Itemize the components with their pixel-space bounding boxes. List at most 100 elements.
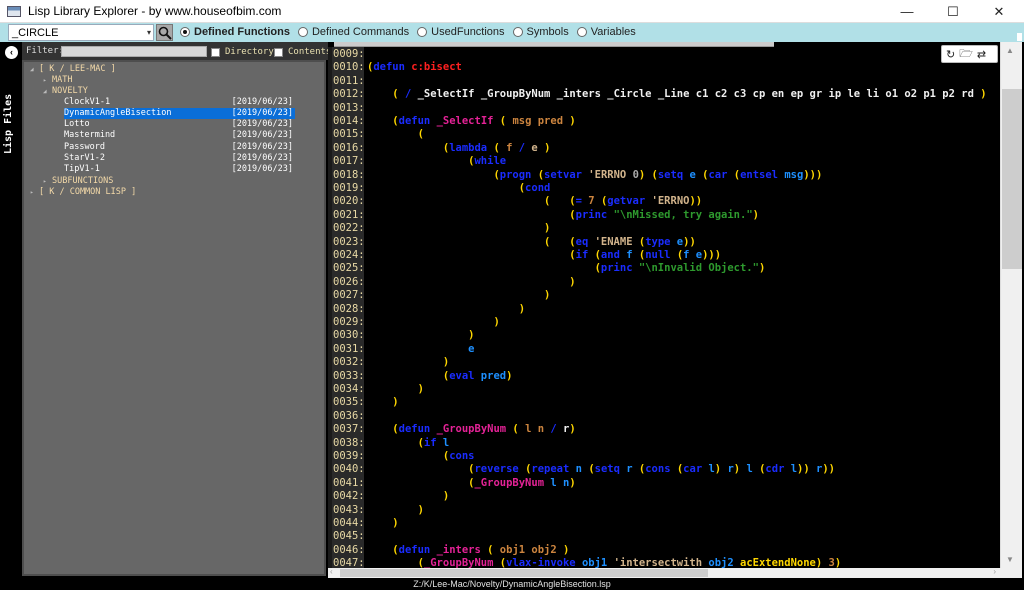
line-number: 0023: [333, 235, 365, 248]
file-path: Z:/K/Lee-Mac/Novelty/DynamicAngleBisecti… [413, 579, 611, 589]
reload-icon[interactable]: ↻ [946, 48, 955, 61]
radio-symbols[interactable]: Symbols [512, 26, 569, 38]
vertical-scrollbar[interactable]: ▲ ▼ [1000, 42, 1022, 568]
code-text: ) [367, 517, 398, 530]
code-token: "\nMissed, try again." [613, 208, 753, 221]
line-number: 0021: [333, 208, 365, 221]
radio-variables[interactable]: Variables [576, 26, 636, 38]
collapsed-arrow-icon[interactable]: ▸ [43, 75, 52, 86]
code-token: cond [525, 182, 551, 194]
tree-file-item[interactable]: Lotto [2019/06/23] [64, 119, 295, 130]
tree-node-subfunctions[interactable]: ▸ SUBFUNCTIONS [43, 176, 113, 187]
toolbar-overflow-grip[interactable] [1017, 33, 1022, 41]
code-text: ( / _SelectIf _GroupByNum _inters _Circl… [367, 88, 986, 101]
code-token: getvar [607, 195, 652, 208]
expanded-arrow-icon[interactable]: ◢ [30, 64, 39, 75]
search-icon [158, 26, 172, 40]
code-text: (princ "\nInvalid Object.") [367, 262, 766, 275]
radio-used-functions[interactable]: UsedFunctions [417, 26, 505, 38]
code-token: progn [499, 168, 538, 181]
code-token: cdr [765, 463, 791, 476]
file-date: [2019/06/23] [231, 142, 293, 152]
lisp-files-tab[interactable]: Lisp Files [3, 94, 14, 154]
chevron-down-icon[interactable]: ▾ [147, 28, 151, 37]
code-token: ) [417, 383, 424, 395]
editor-toolbar: ↻ 🗁 ⇄ [941, 45, 998, 63]
swap-icon[interactable]: ⇄ [977, 48, 986, 61]
line-number: 0025: [333, 262, 365, 275]
radio-defined-commands[interactable]: Defined Commands [297, 26, 410, 38]
scroll-down-icon[interactable]: ▼ [1006, 555, 1014, 564]
tree-file-item[interactable]: TipV1-1 [2019/06/23] [64, 164, 295, 175]
code-token: ))) [702, 249, 722, 261]
code-token: ) [569, 423, 576, 436]
expanded-arrow-icon[interactable]: ◢ [43, 86, 52, 97]
scroll-left-icon[interactable]: ‹ [330, 567, 333, 576]
open-folder-icon[interactable]: 🗁 [959, 45, 973, 64]
code-token: princ [600, 262, 639, 275]
line-number: 0037: [333, 423, 365, 436]
tree-file-item[interactable]: ClockV1-1 [2019/06/23] [64, 97, 295, 108]
code-text: ) [367, 316, 500, 329]
search-button[interactable] [156, 24, 173, 41]
tree-node-lee-mac[interactable]: ◢[ K / LEE-MAC ] [30, 64, 116, 75]
code-token: ) ( [638, 168, 658, 181]
collapsed-arrow-icon[interactable]: ▸ [43, 176, 52, 187]
file-name: Password [64, 142, 105, 152]
collapsed-arrow-icon[interactable]: ▸ [30, 187, 39, 198]
line-number: 0038: [333, 436, 365, 449]
line-number: 0009: [333, 48, 365, 60]
code-token: setvar [544, 168, 589, 181]
contents-checkbox[interactable]: Contents [274, 47, 331, 57]
tree-node-common-lisp[interactable]: ▸[ K / COMMON LISP ] [30, 187, 136, 198]
scroll-up-icon[interactable]: ▲ [1006, 46, 1014, 55]
code-text: ) [367, 222, 550, 235]
collapse-panel-icon[interactable]: ‹ [5, 46, 18, 59]
horizontal-scrollbar[interactable]: ‹ › [328, 567, 1000, 578]
tree-node-label: [ K / LEE-MAC ] [39, 64, 116, 74]
vertical-scroll-thumb[interactable] [1002, 89, 1022, 269]
code-token: l [746, 463, 760, 476]
code-token: / [550, 423, 564, 436]
filter-input[interactable] [61, 46, 207, 57]
maximize-button[interactable]: ☐ [930, 0, 976, 23]
radio-defined-functions[interactable]: Defined Functions [180, 26, 290, 38]
close-button[interactable]: ✕ [976, 0, 1022, 23]
tree-node-math[interactable]: ▸ MATH [43, 75, 72, 86]
line-number: 0039: [333, 450, 365, 462]
code-token: ( [392, 88, 405, 101]
checkbox-box [274, 47, 283, 57]
file-name: ClockV1-1 [64, 97, 111, 107]
code-token: 'intersectwith [613, 557, 709, 568]
tree-node-label: [ K / COMMON LISP ] [39, 187, 137, 197]
tree-file-item[interactable]: Mastermind [2019/06/23] [64, 130, 295, 141]
line-number: 0027: [333, 289, 365, 302]
code-editor[interactable]: 0009: 0010: (defun c:bisect 0011: 0012: ( / … [328, 42, 1000, 568]
code-token: ) [493, 316, 500, 328]
code-token: ) [563, 543, 570, 556]
code-text: (cond [367, 182, 551, 195]
code-token: _SelectIf _GroupByNum _inters _Circle _L… [417, 88, 981, 101]
radio-label: Defined Commands [311, 26, 410, 38]
code-token: 'ERRNO [588, 168, 633, 181]
code-text: ) [367, 289, 550, 302]
code-token: ) [815, 557, 829, 568]
tree-file-item[interactable]: Password [2019/06/23] [64, 142, 295, 153]
scroll-right-icon[interactable]: › [993, 567, 996, 576]
file-name: Lotto [64, 119, 90, 129]
search-combobox[interactable]: _CIRCLE ▾ [8, 24, 154, 41]
tree-node-novelty[interactable]: ◢ NOVELTY [43, 86, 88, 97]
horizontal-scroll-thumb[interactable] [340, 569, 708, 577]
tree-node-label: NOVELTY [52, 86, 88, 96]
directory-checkbox[interactable]: Directory [211, 47, 274, 57]
code-token: / [518, 141, 532, 154]
tree-file-item[interactable]: StarV1-2 [2019/06/23] [64, 153, 295, 164]
line-number: 0026: [333, 275, 365, 288]
code-token: l n [525, 423, 551, 436]
file-date: [2019/06/23] [231, 119, 293, 129]
minimize-button[interactable]: — [884, 0, 930, 23]
tree-file-item-selected[interactable]: DynamicAngleBisection [2019/06/23] [64, 108, 295, 119]
